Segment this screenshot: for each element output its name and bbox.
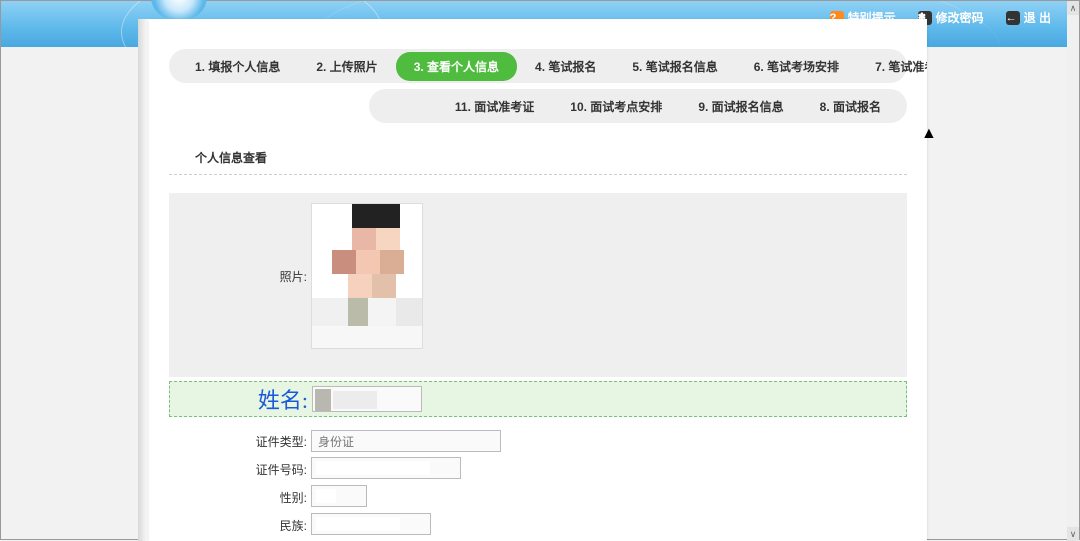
step-4[interactable]: 4. 笔试报名	[517, 52, 614, 81]
content-page: 1. 填报个人信息 2. 上传照片 3. 查看个人信息 4. 笔试报名 5. 笔…	[149, 19, 927, 541]
value-gender	[311, 485, 367, 507]
label-id-number: 证件号码:	[169, 461, 307, 478]
row-id-number: 证件号码:	[169, 455, 907, 483]
label-id-type: 证件类型:	[169, 433, 307, 450]
outer-scrollbar[interactable]: ∧ ∨	[1067, 1, 1079, 541]
photo-preview	[311, 203, 423, 349]
link-logout-label: 退 出	[1024, 9, 1051, 26]
label-name: 姓名:	[170, 383, 308, 415]
divider	[169, 174, 907, 175]
value-id-type: 身份证	[311, 430, 501, 452]
step-row-bottom: 11. 面试准考证 10. 面试考点安排 9. 面试报名信息 8. 面试报名	[369, 89, 907, 123]
row-ethnicity: 民族:	[169, 511, 907, 539]
scroll-up-icon[interactable]: ▲	[921, 125, 937, 143]
inner-scrollbar[interactable]: ▲	[921, 125, 937, 443]
label-ethnicity: 民族:	[169, 517, 307, 534]
link-logout[interactable]: ← 退 出	[1006, 9, 1051, 26]
step-7[interactable]: 7. 笔试准考证	[857, 52, 927, 81]
value-name	[312, 386, 422, 412]
link-change-password[interactable]: ✽ 修改密码	[918, 9, 984, 26]
step-nav: 1. 填报个人信息 2. 上传照片 3. 查看个人信息 4. 笔试报名 5. 笔…	[169, 49, 907, 123]
label-gender: 性别:	[169, 489, 307, 506]
page-shadow	[138, 19, 149, 541]
section-title: 个人信息查看	[195, 149, 927, 166]
details-fields: 证件类型: 身份证 证件号码: 性别: 民族: 政治面貌:	[169, 427, 907, 541]
step-10[interactable]: 10. 面试考点安排	[552, 92, 680, 121]
step-8[interactable]: 8. 面试报名	[802, 92, 899, 121]
scroll-down-icon[interactable]: ∨	[1067, 527, 1079, 541]
step-6[interactable]: 6. 笔试考场安排	[736, 52, 857, 81]
step-2[interactable]: 2. 上传照片	[298, 52, 395, 81]
value-id-number	[311, 457, 461, 479]
step-row-top: 1. 填报个人信息 2. 上传照片 3. 查看个人信息 4. 笔试报名 5. 笔…	[169, 49, 907, 83]
logout-icon: ←	[1006, 11, 1020, 25]
row-gender: 性别:	[169, 483, 907, 511]
step-11[interactable]: 11. 面试准考证	[437, 92, 552, 121]
value-ethnicity	[311, 513, 431, 535]
scroll-track[interactable]	[1067, 15, 1079, 527]
step-5[interactable]: 5. 笔试报名信息	[614, 52, 735, 81]
label-photo: 照片:	[169, 268, 307, 285]
form-area: 照片:	[169, 193, 907, 377]
row-photo: 照片:	[169, 193, 907, 359]
step-9[interactable]: 9. 面试报名信息	[680, 92, 801, 121]
scroll-up-icon[interactable]: ∧	[1067, 1, 1079, 15]
link-change-password-label: 修改密码	[936, 9, 984, 26]
row-id-type: 证件类型: 身份证	[169, 427, 907, 455]
row-name: 姓名:	[169, 381, 907, 417]
step-3[interactable]: 3. 查看个人信息	[396, 52, 517, 81]
step-1[interactable]: 1. 填报个人信息	[177, 52, 298, 81]
